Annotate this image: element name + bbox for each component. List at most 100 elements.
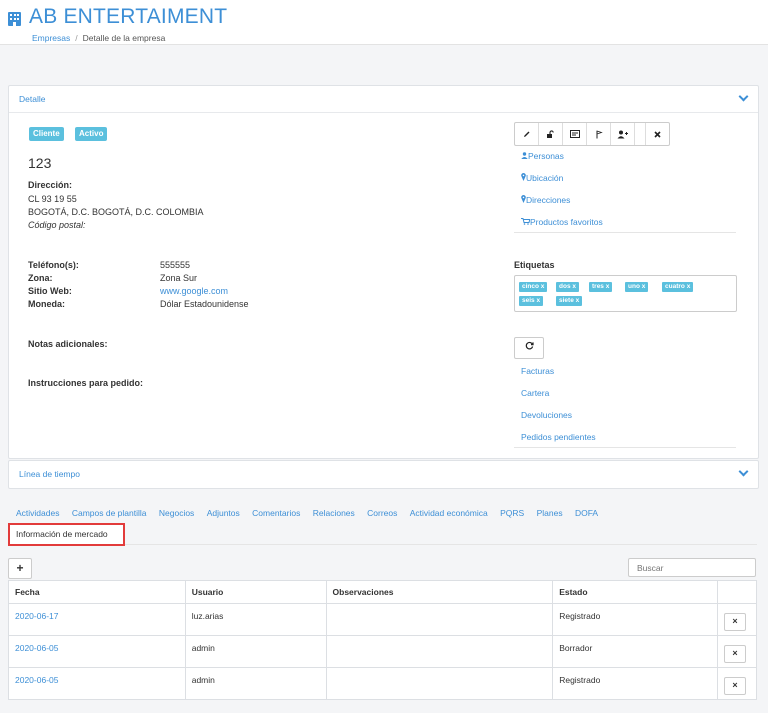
breadcrumb: Empresas / Detalle de la empresa [32, 33, 165, 43]
zone-label: Zona: [28, 273, 53, 283]
personas-link[interactable]: Personas [521, 151, 564, 161]
tag-remove-icon[interactable]: x [572, 283, 576, 290]
add-button[interactable]: + [8, 558, 32, 579]
tag-cuatro[interactable]: cuatro x [662, 282, 694, 292]
column-header-fecha[interactable]: Fecha [8, 580, 186, 604]
personas-label: Personas [528, 151, 564, 161]
shopping-cart-icon [521, 218, 531, 225]
productos-favoritos-label: Productos favoritos [530, 217, 603, 227]
tab-planes[interactable]: Planes [537, 508, 563, 518]
detail-panel-header[interactable]: Detalle [9, 86, 758, 113]
cartera-link[interactable]: Cartera [521, 388, 549, 398]
tag-remove-icon[interactable]: x [642, 283, 646, 290]
pencil-icon[interactable] [515, 123, 539, 145]
page-header: AB ENTERTAIMENT Empresas / Detalle de la e… [0, 0, 768, 45]
tab-informacion-de-mercado[interactable]: Información de mercado [8, 523, 125, 546]
tab-comentarios[interactable]: Comentarios [252, 508, 300, 518]
pedidos-pendientes-link[interactable]: Pedidos pendientes [521, 432, 596, 442]
table-row: 2020-06-05 admin Registrado × [8, 667, 758, 700]
column-header-actions [716, 580, 758, 604]
postal-code-label: Código postal: [28, 220, 86, 230]
column-header-estado[interactable]: Estado [552, 580, 718, 604]
tag-dos[interactable]: dos x [556, 282, 579, 292]
chevron-down-icon[interactable] [738, 91, 749, 102]
tag-label: cinco [522, 283, 539, 290]
productos-favoritos-link[interactable]: Productos favoritos [521, 217, 603, 227]
delete-button[interactable]: × [723, 645, 746, 663]
tag-cinco[interactable]: cinco x [519, 282, 548, 292]
tab-relaciones[interactable]: Relaciones [313, 508, 355, 518]
devoluciones-link[interactable]: Devoluciones [521, 410, 572, 420]
fecha-link[interactable]: 2020-06-05 [8, 635, 186, 668]
address-line1: CL 93 19 55 [28, 194, 77, 204]
timeline-panel-header[interactable]: Línea de tiempo [9, 461, 758, 487]
estado-cell: Borrador [552, 635, 718, 668]
add-user-icon[interactable] [611, 123, 635, 145]
tag-uno[interactable]: uno x [625, 282, 649, 292]
tag-remove-icon[interactable]: x [606, 283, 610, 290]
delete-button[interactable]: × [723, 677, 746, 695]
flag-icon[interactable] [587, 123, 611, 145]
tag-remove-icon[interactable]: x [536, 297, 540, 304]
estado-cell: Registrado [552, 603, 718, 636]
currency-label: Moneda: [28, 299, 65, 309]
tag-tres[interactable]: tres x [589, 282, 613, 292]
website-link[interactable]: www.google.com [160, 286, 228, 296]
zone-value: Zona Sur [160, 273, 198, 283]
tag-siete[interactable]: siete x [556, 296, 583, 306]
tags-label: Etiquetas [514, 260, 555, 270]
tag-remove-icon[interactable]: x [687, 283, 691, 290]
building-icon [8, 12, 21, 26]
search-input[interactable] [628, 558, 756, 577]
divider [514, 232, 736, 233]
usuario-cell: admin [184, 667, 327, 700]
status-badge-cliente: Cliente [29, 127, 64, 141]
delete-button[interactable]: × [723, 613, 746, 631]
order-instructions-label: Instrucciones para pedido: [28, 378, 144, 388]
observaciones-cell [325, 667, 554, 700]
tag-remove-icon[interactable]: x [576, 297, 580, 304]
tag-label: dos [559, 283, 571, 290]
breadcrumb-empresas[interactable]: Empresas [32, 33, 70, 43]
id-card-icon[interactable] [563, 123, 587, 145]
page-title: AB ENTERTAIMENT [29, 5, 228, 28]
unlock-icon[interactable] [539, 123, 563, 145]
tab-actividad-economica[interactable]: Actividad económica [410, 508, 488, 518]
refresh-button[interactable] [514, 337, 544, 359]
tag-remove-icon[interactable]: x [541, 283, 545, 290]
actions-cell: × [716, 635, 758, 668]
phone-value: 555555 [160, 260, 191, 270]
tag-seis[interactable]: seis x [519, 296, 544, 306]
fecha-link[interactable]: 2020-06-05 [8, 667, 186, 700]
status-badge-activo: Activo [75, 127, 108, 141]
website-label: Sitio Web: [28, 286, 72, 296]
notes-label: Notas adicionales: [28, 339, 108, 349]
tags-box[interactable]: cinco x dos x tres x uno x cuatro x seis… [514, 275, 737, 312]
tab-pqrs[interactable]: PQRS [500, 508, 524, 518]
table-row: 2020-06-17 luz.arias Registrado × [8, 603, 758, 636]
tag-label: uno [628, 283, 640, 290]
tab-dofa[interactable]: DOFA [575, 508, 598, 518]
address-label: Dirección: [28, 180, 73, 190]
company-code: 123 [28, 155, 52, 171]
observaciones-cell [325, 635, 554, 668]
user-icon [521, 152, 528, 159]
tab-correos[interactable]: Correos [367, 508, 397, 518]
column-header-usuario[interactable]: Usuario [184, 580, 327, 604]
detail-panel-title: Detalle [19, 94, 46, 104]
tab-negocios[interactable]: Negocios [159, 508, 194, 518]
timeline-panel-title: Línea de tiempo [19, 469, 80, 479]
tab-campos-de-plantilla[interactable]: Campos de plantilla [72, 508, 147, 518]
close-icon[interactable] [645, 123, 669, 145]
divider [514, 447, 736, 448]
fecha-link[interactable]: 2020-06-17 [8, 603, 186, 636]
tab-actividades[interactable]: Actividades [16, 508, 59, 518]
ubicacion-link[interactable]: Ubicación [521, 173, 563, 183]
facturas-link[interactable]: Facturas [521, 366, 554, 376]
tab-adjuntos[interactable]: Adjuntos [207, 508, 240, 518]
table-header-row: Fecha Usuario Observaciones Estado [8, 580, 758, 604]
direcciones-link[interactable]: Direcciones [521, 195, 570, 205]
chevron-down-icon[interactable] [738, 466, 749, 477]
tag-label: tres [592, 283, 604, 290]
column-header-observaciones[interactable]: Observaciones [325, 580, 554, 604]
